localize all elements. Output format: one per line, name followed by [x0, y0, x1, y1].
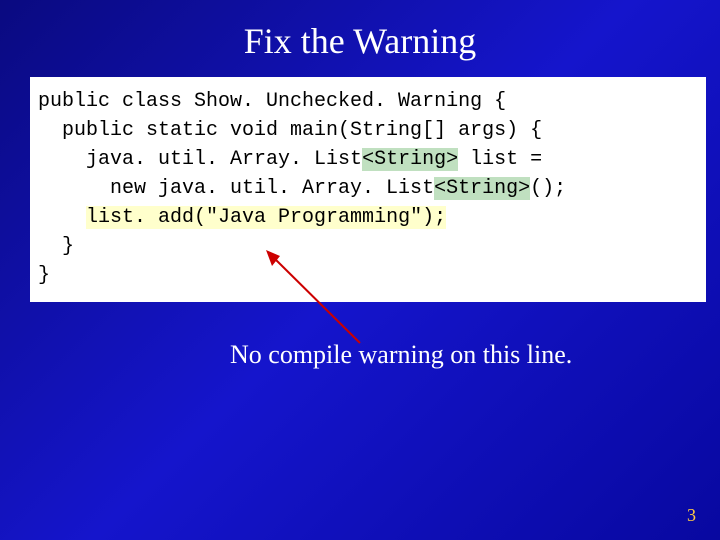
code-line-1: public class Show. Unchecked. Warning { [38, 87, 698, 116]
code-block: public class Show. Unchecked. Warning { … [30, 77, 706, 302]
add-call-highlight: list. add("Java Programming"); [86, 206, 446, 229]
caption-text: No compile warning on this line. [230, 340, 572, 370]
code-line-2: public static void main(String[] args) { [38, 116, 698, 145]
generic-highlight-2: <String> [434, 177, 530, 200]
generic-highlight-1: <String> [362, 148, 458, 171]
code-line-4: new java. util. Array. List<String>(); [38, 174, 698, 203]
slide-title: Fix the Warning [0, 0, 720, 77]
page-number: 3 [687, 505, 696, 526]
code-line-3: java. util. Array. List<String> list = [38, 145, 698, 174]
code-line-6: } [38, 232, 698, 261]
code-line-5: list. add("Java Programming"); [38, 203, 698, 232]
code-line-7: } [38, 261, 698, 290]
